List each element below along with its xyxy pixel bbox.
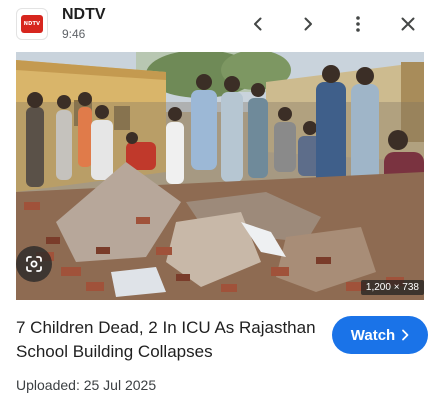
source-name[interactable]: NDTV [62,6,106,24]
ndtv-logo-icon: NDTV [21,15,43,33]
chevron-right-icon [402,329,409,341]
next-button[interactable] [294,10,322,38]
collapse-scene-image [16,52,424,300]
image-viewer-card: NDTV NDTV 9:46 1,200 × 738 7 Children De… [0,0,442,400]
close-icon [401,17,415,31]
chevron-left-icon [254,17,262,31]
viewer-header: NDTV NDTV 9:46 [0,0,442,48]
more-vert-icon [356,16,360,32]
previous-button[interactable] [244,10,272,38]
source-logo[interactable]: NDTV [16,8,48,40]
more-options-button[interactable] [344,10,372,38]
close-button[interactable] [394,10,422,38]
article-headline[interactable]: 7 Children Dead, 2 In ICU As Rajasthan S… [16,316,326,364]
timestamp: 9:46 [62,27,86,41]
watch-button[interactable]: Watch [332,316,428,354]
news-photo[interactable] [16,52,424,300]
google-lens-icon [26,256,42,272]
google-lens-button[interactable] [16,246,52,282]
chevron-right-icon [304,17,312,31]
upload-date: Uploaded: 25 Jul 2025 [16,377,157,393]
watch-button-label: Watch [350,326,396,344]
image-dimensions: 1,200 × 738 [360,280,424,295]
